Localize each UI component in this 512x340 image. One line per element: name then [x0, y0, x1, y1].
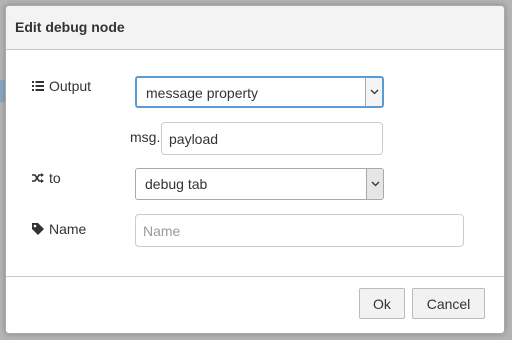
to-label-group: to: [31, 170, 61, 186]
msg-prefix: msg.: [130, 129, 161, 145]
edit-debug-node-dialog: Edit debug node Output message property …: [5, 5, 505, 334]
dialog-title: Edit debug node: [15, 19, 125, 35]
name-label: Name: [49, 221, 87, 237]
name-input[interactable]: [135, 214, 464, 247]
ok-button[interactable]: Ok: [359, 288, 405, 319]
chevron-down-icon[interactable]: [365, 78, 382, 106]
name-label-group: Name: [31, 221, 86, 237]
chevron-down-icon[interactable]: [366, 169, 383, 199]
output-label-group: Output: [31, 78, 91, 94]
property-input[interactable]: [161, 122, 383, 155]
list-icon: [31, 79, 45, 93]
cancel-button[interactable]: Cancel: [412, 288, 485, 319]
to-select[interactable]: debug tab: [135, 168, 384, 200]
tag-icon: [31, 222, 45, 236]
to-select-value: debug tab: [145, 176, 208, 192]
output-select-value: message property: [146, 85, 259, 101]
dialog-titlebar: Edit debug node: [6, 6, 504, 50]
footer-divider: [6, 276, 504, 277]
output-label: Output: [49, 78, 92, 94]
output-select[interactable]: message property: [135, 76, 384, 108]
random-icon: [31, 171, 45, 185]
to-label: to: [49, 170, 61, 186]
